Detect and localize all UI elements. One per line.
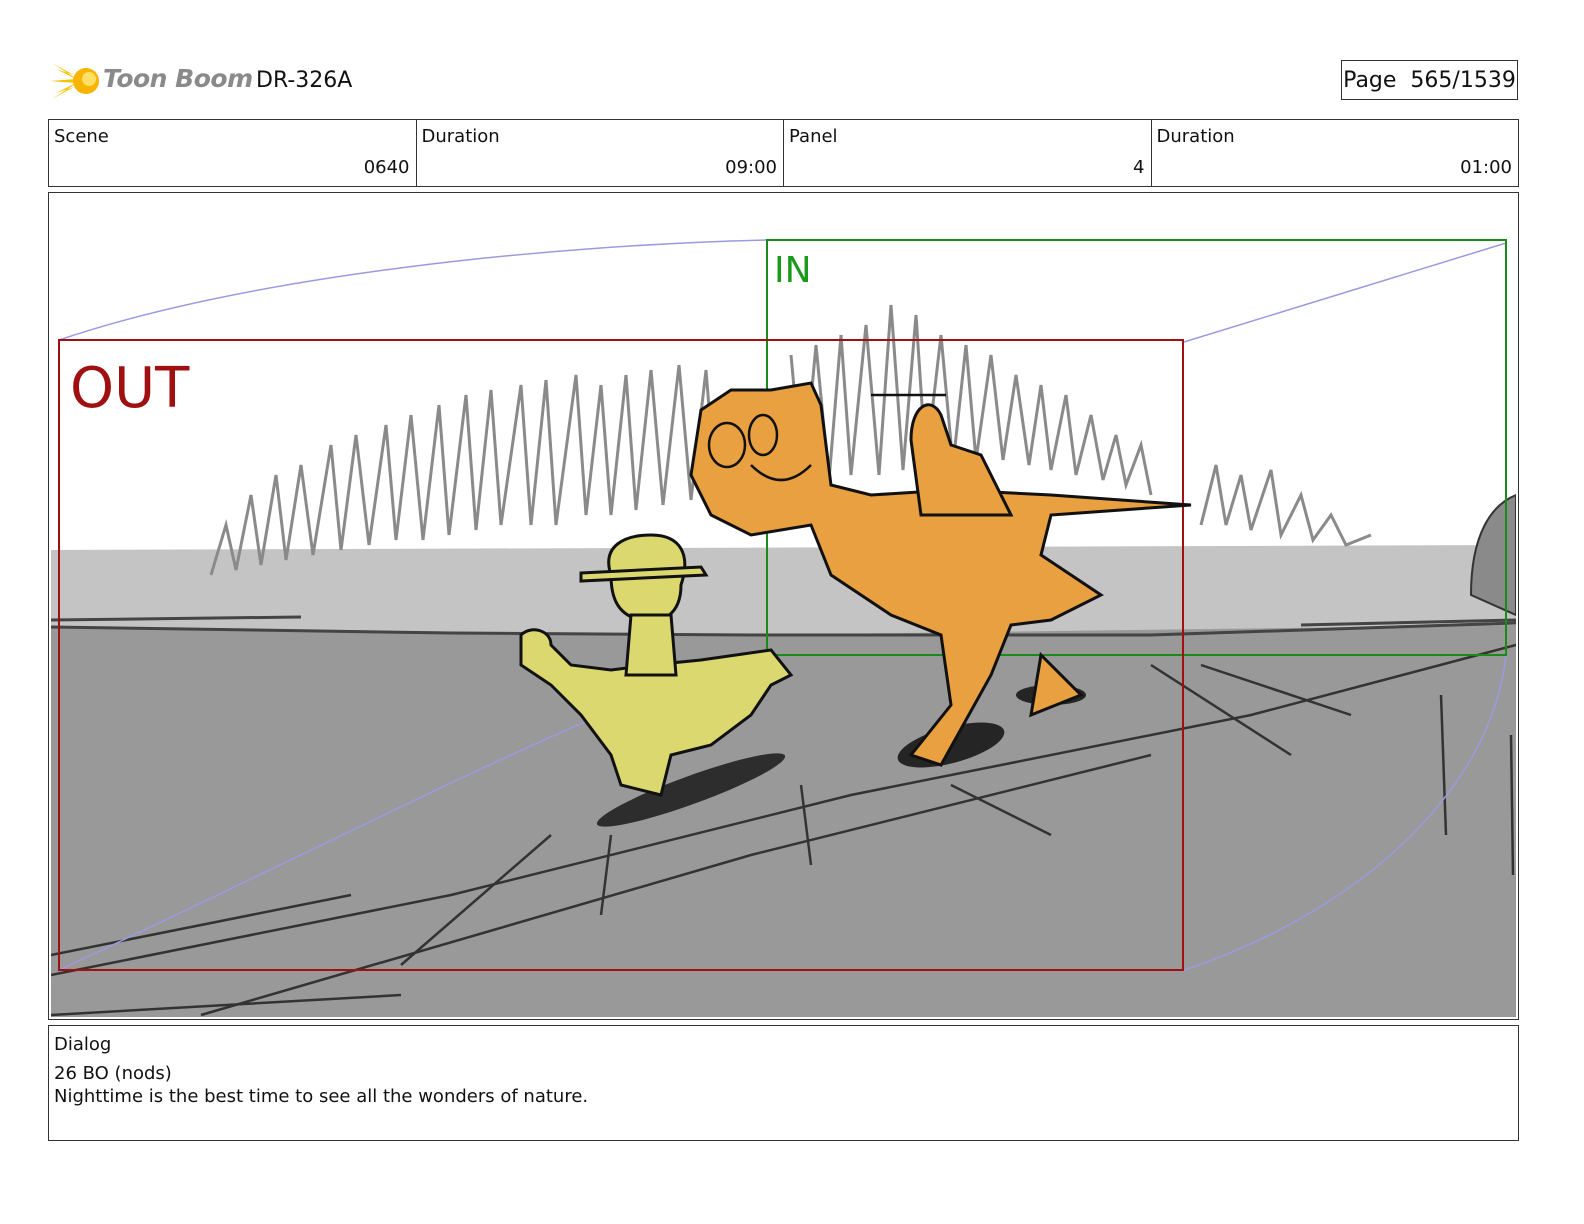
scene-duration-label: Duration [421,126,500,147]
panel-duration-label: Duration [1156,126,1235,147]
dialog-line-2: Nighttime is the best time to see all th… [54,1086,589,1107]
scene-value: 0640 [363,157,410,178]
production-code: DR-326A [256,68,353,93]
scene-info-row: Scene 0640 Duration 09:00 Panel 4 Durati… [48,119,1519,187]
scene-label: Scene [54,126,109,147]
scene-cell: Scene 0640 [49,120,417,186]
panel-duration-cell: Duration 01:00 [1152,120,1519,186]
dialog-label: Dialog [54,1034,112,1055]
scene-duration-cell: Duration 09:00 [417,120,784,186]
dialog-box: Dialog 26 BO (nods) Nighttime is the bes… [48,1025,1519,1141]
out-frame-label: OUT [70,356,190,421]
panel-label: Panel [789,126,838,147]
scene-duration-value: 09:00 [725,157,777,178]
logo-text: Toon Boom [103,64,253,93]
dialog-line-1: 26 BO (nods) [54,1063,172,1084]
in-frame-label: IN [774,250,812,291]
panel-cell: Panel 4 [784,120,1152,186]
storyboard-panel-drawing [51,195,1516,1017]
panel-duration-value: 01:00 [1460,157,1512,178]
panel-value: 4 [1133,157,1145,178]
page-indicator: Page 565/1539 [1341,60,1518,100]
